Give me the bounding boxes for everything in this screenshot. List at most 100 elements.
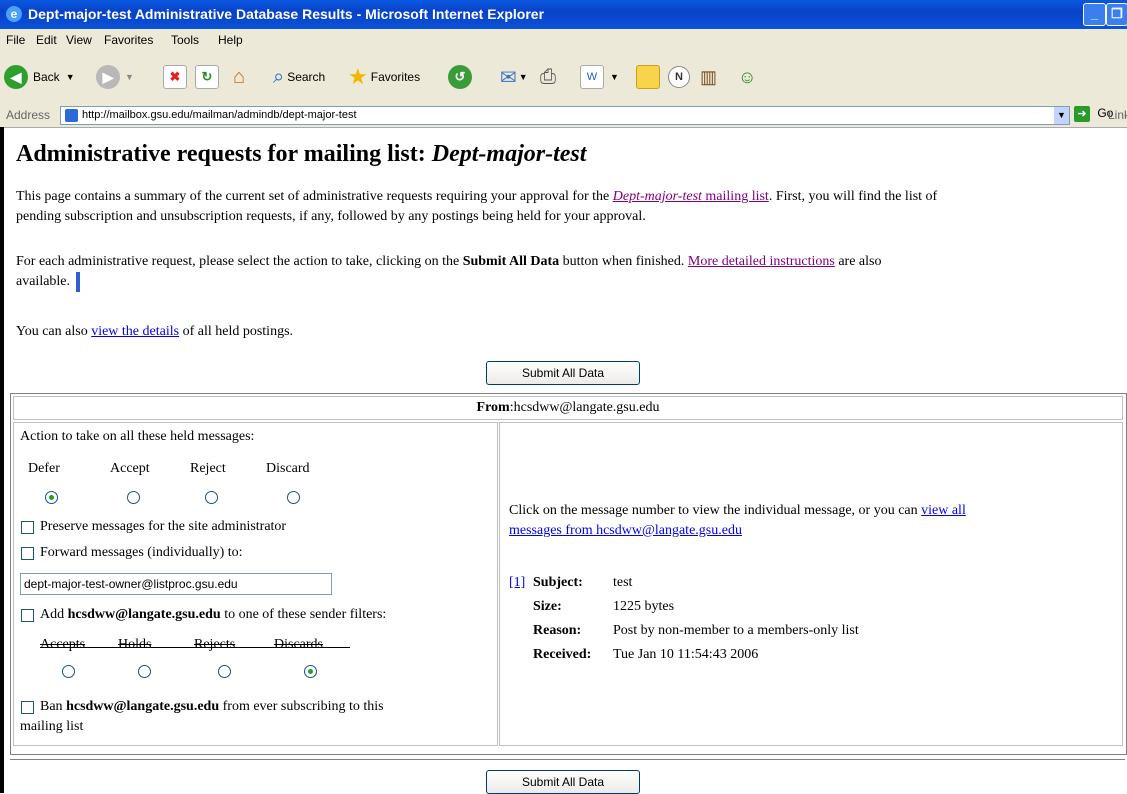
refresh-button[interactable]: ↻ bbox=[195, 65, 219, 89]
discard-radio[interactable] bbox=[287, 491, 300, 504]
instructions-paragraph: For each administrative request, please … bbox=[16, 252, 1116, 292]
chevron-down-icon: ▼ bbox=[610, 72, 619, 82]
preserve-checkbox[interactable] bbox=[21, 521, 34, 534]
submit-all-data-button[interactable]: Submit All Data bbox=[486, 361, 640, 385]
holds-filter-radio[interactable] bbox=[138, 665, 151, 678]
accepts-filter-radio[interactable] bbox=[62, 665, 75, 678]
accept-radio[interactable] bbox=[127, 491, 140, 504]
action-label-accept: Accept bbox=[110, 461, 150, 476]
people-icon: ☺ bbox=[738, 66, 757, 87]
address-label: Address bbox=[6, 108, 51, 122]
stop-button[interactable]: ✖ bbox=[163, 65, 187, 89]
from-header: From:hcsdww@langate.gsu.edu bbox=[13, 396, 1123, 420]
chevron-down-icon: ▼ bbox=[65, 72, 75, 82]
maximize-button[interactable]: ❐ bbox=[1106, 3, 1127, 26]
research-button[interactable]: ▥ bbox=[700, 65, 717, 89]
view-all-messages-link[interactable]: view all bbox=[921, 503, 966, 518]
forward-label: Forward messages (individually) to: bbox=[40, 545, 243, 560]
search-button[interactable]: ⌕ Search bbox=[273, 65, 325, 89]
filter-label-holds: Holds bbox=[118, 637, 152, 652]
subject-value: test bbox=[613, 575, 633, 590]
window-title: Dept-major-test Administrative Database … bbox=[28, 6, 545, 22]
forward-button[interactable]: ▶ ▼ bbox=[96, 65, 134, 89]
mail-button[interactable]: ✉ ▼ bbox=[500, 65, 528, 89]
ban-label-cont: mailing list bbox=[20, 719, 84, 734]
ban-label: Ban hcsdww@langate.gsu.edu from ever sub… bbox=[40, 699, 384, 714]
ie-logo-icon: e bbox=[6, 6, 22, 22]
page-title: Administrative requests for mailing list… bbox=[16, 141, 587, 167]
home-button[interactable]: ⌂ bbox=[228, 65, 250, 89]
star-icon: ★ bbox=[348, 64, 368, 89]
home-icon: ⌂ bbox=[232, 66, 246, 88]
word-icon: W bbox=[580, 65, 604, 89]
bottom-divider bbox=[10, 759, 1125, 760]
text-cursor bbox=[76, 272, 81, 292]
action-label-reject: Reject bbox=[190, 461, 226, 476]
size-value: 1225 bytes bbox=[613, 599, 675, 614]
filter-label-rejects: Rejects bbox=[194, 637, 236, 652]
message-details-cell: Click on the message number to view the … bbox=[499, 422, 1123, 746]
discuss-button[interactable] bbox=[636, 65, 660, 89]
menu-favorites[interactable]: Favorites bbox=[104, 33, 153, 47]
messenger-button[interactable]: N bbox=[668, 65, 690, 89]
list-info-link[interactable]: Dept-major-test mailing list bbox=[613, 189, 769, 204]
page-icon bbox=[65, 108, 78, 122]
menu-tools[interactable]: Tools bbox=[171, 33, 199, 47]
toolbar: ◀ Back ▼ ▶ ▼ ✖ ↻ ⌂ ⌕ Search ★ Favorites … bbox=[0, 51, 1127, 104]
print-button[interactable]: ⎙ bbox=[540, 65, 556, 89]
view-all-messages-link-cont[interactable]: messages from hcsdww@langate.gsu.edu bbox=[509, 523, 742, 538]
menu-help[interactable]: Help bbox=[218, 33, 243, 47]
edit-button[interactable]: W ▼ bbox=[580, 65, 619, 89]
messenger-icon: N bbox=[668, 66, 690, 88]
add-filter-checkbox[interactable] bbox=[21, 609, 34, 622]
chevron-down-icon: ▼ bbox=[518, 72, 528, 82]
click-instructions: Click on the message number to view the … bbox=[509, 503, 966, 538]
chevron-down-icon: ▼ bbox=[125, 72, 134, 82]
size-label: Size: bbox=[533, 599, 562, 614]
window-title-bar: e Dept-major-test Administrative Databas… bbox=[0, 0, 1127, 29]
print-icon: ⎙ bbox=[540, 65, 556, 88]
forward-checkbox[interactable] bbox=[21, 547, 34, 560]
discards-filter-radio[interactable] bbox=[304, 665, 317, 678]
go-arrow-icon: ➜ bbox=[1074, 106, 1090, 122]
favorites-button[interactable]: ★ Favorites bbox=[348, 64, 420, 89]
menu-edit[interactable]: Edit bbox=[36, 33, 57, 47]
submit-all-data-button-bottom[interactable]: Submit All Data bbox=[486, 770, 640, 794]
defer-radio[interactable] bbox=[45, 491, 58, 504]
add-filter-label: Add hcsdww@langate.gsu.edu to one of the… bbox=[40, 607, 387, 622]
message-number-link[interactable]: [1] bbox=[509, 575, 525, 591]
back-button[interactable]: ◀ Back ▼ bbox=[4, 65, 75, 89]
filter-strike-line bbox=[40, 647, 350, 648]
rejects-filter-radio[interactable] bbox=[218, 665, 231, 678]
preserve-label: Preserve messages for the site administr… bbox=[40, 519, 287, 534]
filter-label-accepts: Accepts bbox=[40, 637, 86, 652]
held-messages-table: From:hcsdww@langate.gsu.edu Action to ta… bbox=[10, 393, 1127, 755]
view-details-paragraph: You can also view the details of all hel… bbox=[16, 324, 294, 339]
reason-label: Reason: bbox=[533, 623, 582, 638]
back-arrow-icon: ◀ bbox=[4, 65, 28, 89]
detailed-instructions-link[interactable]: More detailed instructions bbox=[688, 254, 835, 269]
ban-checkbox[interactable] bbox=[21, 701, 34, 714]
reason-value: Post by non-member to a members-only lis… bbox=[613, 623, 859, 638]
actions-cell: Action to take on all these held message… bbox=[13, 422, 498, 746]
forward-arrow-icon: ▶ bbox=[96, 65, 120, 89]
minimize-button[interactable]: _ bbox=[1083, 3, 1106, 26]
received-label: Received: bbox=[533, 647, 592, 662]
reject-radio[interactable] bbox=[205, 491, 218, 504]
menu-view[interactable]: View bbox=[66, 33, 92, 47]
menu-file[interactable]: File bbox=[6, 33, 25, 47]
people-button[interactable]: ☺ bbox=[738, 65, 756, 89]
stop-icon: ✖ bbox=[163, 65, 187, 89]
links-label[interactable]: Links bbox=[1108, 108, 1127, 122]
received-value: Tue Jan 10 11:54:43 2006 bbox=[613, 647, 759, 662]
menu-bar: File Edit View Favorites Tools Help bbox=[0, 29, 1127, 52]
chevron-down-icon[interactable]: ▼ bbox=[1054, 107, 1069, 124]
address-input[interactable]: http://mailbox.gsu.edu/mailman/admindb/d… bbox=[60, 106, 1070, 125]
refresh-icon: ↻ bbox=[195, 65, 219, 89]
forward-address-input[interactable]: dept-major-test-owner@listproc.gsu.edu bbox=[20, 573, 332, 595]
address-bar: Address http://mailbox.gsu.edu/mailman/a… bbox=[0, 103, 1127, 128]
view-details-link[interactable]: view the details bbox=[91, 324, 179, 339]
search-icon: ⌕ bbox=[273, 65, 285, 88]
history-button[interactable]: ↺ bbox=[448, 65, 472, 89]
action-label-discard: Discard bbox=[266, 461, 310, 476]
